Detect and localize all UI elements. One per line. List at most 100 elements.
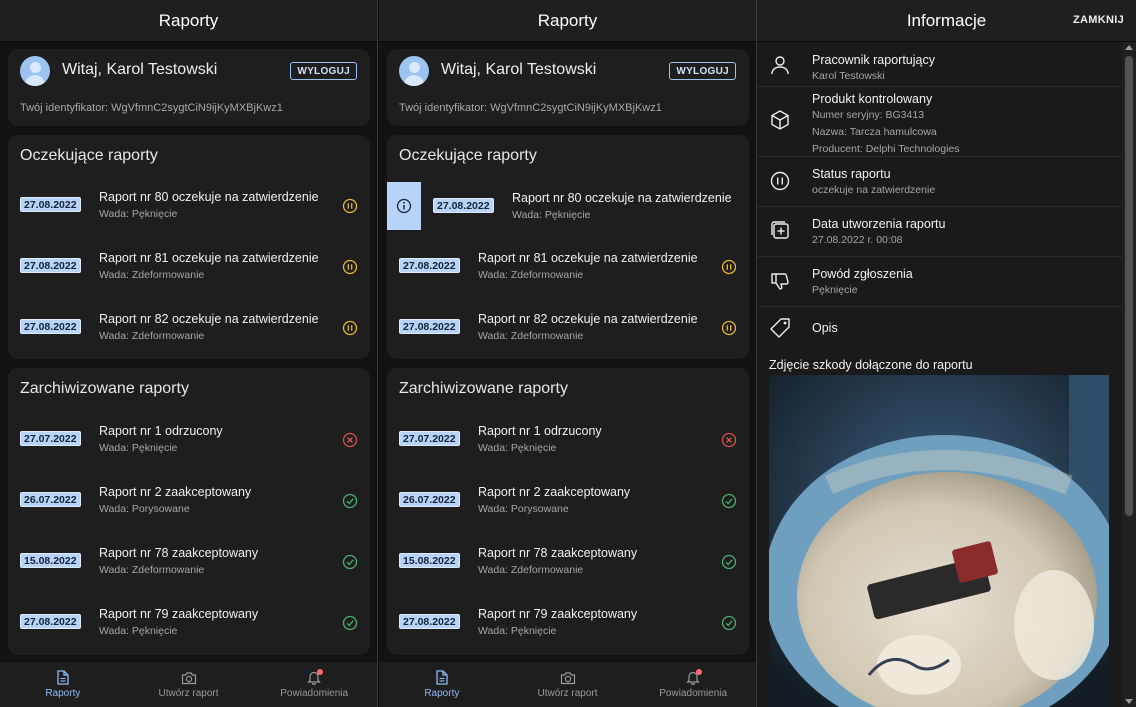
report-row[interactable]: 27.07.2022 Raport nr 1 odrzucony Wada: P… [387,415,749,465]
archived-reports-section: Zarchiwizowane raporty 27.07.2022 Raport… [8,368,370,655]
report-row[interactable]: 27.08.2022 Raport nr 82 oczekuje na zatw… [387,303,749,353]
report-row-selected[interactable]: 27.08.2022 Raport nr 80 oczekuje na zatw… [387,182,749,232]
thumbs-down-icon [771,273,789,290]
section-title: Oczekujące raporty [20,147,158,164]
report-row[interactable]: 27.08.2022 Raport nr 79 zaakceptowany Wa… [387,598,749,648]
reports-screen-selected: Raporty Witaj, Karol Testowski WYLOGUJ T… [379,0,757,707]
info-list: Pracownik raportujący Karol Testowski Pr… [757,42,1122,349]
tag-icon [770,318,790,338]
info-label: Produkt kontrolowany [812,92,933,106]
accepted-icon [342,554,358,570]
date-badge: 27.08.2022 [433,198,494,213]
report-defect: Wada: Porysowane [99,503,190,515]
logout-button[interactable]: WYLOGUJ [669,62,736,80]
date-badge: 27.07.2022 [20,431,81,446]
pause-icon [721,320,737,336]
nav-create-report[interactable]: Utwórz raport [505,662,631,707]
notification-dot [317,669,324,675]
info-label: Pracownik raportujący [812,53,935,67]
report-title: Raport nr 2 zaakceptowany [99,485,252,499]
report-row[interactable]: 27.08.2022 Raport nr 80 oczekuje na zatw… [8,181,370,231]
report-defect: Wada: Pęknięcie [99,625,178,637]
nav-reports[interactable]: Raporty [0,662,126,707]
report-title: Raport nr 79 zaakceptowany [478,607,638,621]
report-title: Raport nr 2 zaakceptowany [478,485,631,499]
report-row[interactable]: 27.08.2022 Raport nr 81 oczekuje na zatw… [387,242,749,292]
accepted-icon [342,615,358,631]
report-title: Raport nr 81 oczekuje na zatwierdzenie [478,251,698,265]
report-row[interactable]: 26.07.2022 Raport nr 2 zaakceptowany Wad… [387,476,749,526]
nav-notifications[interactable]: Powiadomienia [251,662,377,707]
info-value: Producent: Delphi Technologies [812,143,960,155]
date-badge: 26.07.2022 [399,492,460,507]
report-defect: Wada: Pęknięcie [512,209,591,221]
pause-icon [342,198,358,214]
rejected-icon [342,432,358,448]
report-defect: Wada: Pęknięcie [478,442,557,454]
report-row[interactable]: 26.07.2022 Raport nr 2 zaakceptowany Wad… [8,476,370,526]
user-icon [771,56,789,75]
scroll-thumb[interactable] [1125,56,1133,516]
accepted-icon [721,493,737,509]
top-bar: Raporty [379,0,756,42]
nav-create-report[interactable]: Utwórz raport [126,662,252,707]
date-badge: 15.08.2022 [399,553,460,568]
damage-photo [769,375,1109,707]
scroll-up-icon[interactable] [1125,45,1133,50]
date-badge: 27.08.2022 [399,614,460,629]
report-defect: Wada: Pęknięcie [99,208,178,220]
info-label: Powód zgłoszenia [812,267,913,281]
report-defect: Wada: Zdeformowanie [478,564,584,576]
info-row-status: Status raportu oczekuje na zatwierdzenie [757,157,1122,207]
reports-screen: Raporty Witaj, Karol Testowski WYLOGUJ T… [0,0,378,707]
nav-label: Utwórz raport [537,687,598,699]
nav-notifications[interactable]: Powiadomienia [630,662,756,707]
info-row-date: Data utworzenia raportu 27.08.2022 r. 00… [757,207,1122,257]
nav-reports[interactable]: Raporty [379,662,505,707]
avatar [20,56,50,86]
page-title: Raporty [537,10,598,30]
top-bar: Raporty [0,0,377,42]
report-defect: Wada: Zdeformowanie [99,330,205,342]
info-value: Pęknięcie [812,284,858,296]
report-row[interactable]: 27.08.2022 Raport nr 82 oczekuje na zatw… [8,303,370,353]
user-identifier: Twój identyfikator: WgVfmnC2sygtCiN9ijKy… [399,102,662,114]
info-value: oczekuje na zatwierdzenie [812,184,936,196]
scrollbar[interactable] [1122,42,1136,707]
info-value: Numer seryjny: BG3413 [812,109,925,121]
accepted-icon [721,554,737,570]
report-row[interactable]: 27.07.2022 Raport nr 1 odrzucony Wada: P… [8,415,370,465]
report-info-screen: Informacje ZAMKNIJ Pracownik raportujący… [757,0,1136,707]
archived-reports-section: Zarchiwizowane raporty 27.07.2022 Raport… [387,368,749,655]
greeting: Witaj, Karol Testowski [62,61,218,78]
accepted-icon [342,493,358,509]
report-row[interactable]: 15.08.2022 Raport nr 78 zaakceptowany Wa… [8,537,370,587]
report-title: Raport nr 82 oczekuje na zatwierdzenie [478,312,698,326]
report-title: Raport nr 78 zaakceptowany [478,546,638,560]
info-button[interactable] [387,182,421,230]
report-row[interactable]: 27.08.2022 Raport nr 81 oczekuje na zatw… [8,242,370,292]
nav-label: Powiadomienia [659,688,728,699]
info-icon [396,198,412,214]
info-row-product: Produkt kontrolowany Numer seryjny: BG34… [757,87,1122,157]
report-row[interactable]: 15.08.2022 Raport nr 78 zaakceptowany Wa… [387,537,749,587]
section-title: Oczekujące raporty [399,147,537,164]
close-button[interactable]: ZAMKNIJ [1073,14,1124,26]
notification-dot [696,669,703,675]
report-defect: Wada: Zdeformowanie [478,269,584,281]
logout-button[interactable]: WYLOGUJ [290,62,357,80]
info-label: Status raportu [812,167,891,181]
date-badge: 27.08.2022 [20,614,81,629]
pending-reports-section: Oczekujące raporty 27.08.2022 Raport nr … [8,135,370,359]
bottom-navigation: Raporty Utwórz raport Powiadomienia [0,662,377,707]
greeting: Witaj, Karol Testowski [441,61,597,78]
camera-icon [181,671,196,684]
scroll-down-icon[interactable] [1125,699,1133,704]
nav-label: Powiadomienia [280,688,349,699]
accepted-icon [721,615,737,631]
report-row[interactable]: 27.08.2022 Raport nr 79 zaakceptowany Wa… [8,598,370,648]
report-defect: Wada: Pęknięcie [99,442,178,454]
pause-icon [721,259,737,275]
pause-icon [770,171,790,191]
box-icon [771,110,789,130]
